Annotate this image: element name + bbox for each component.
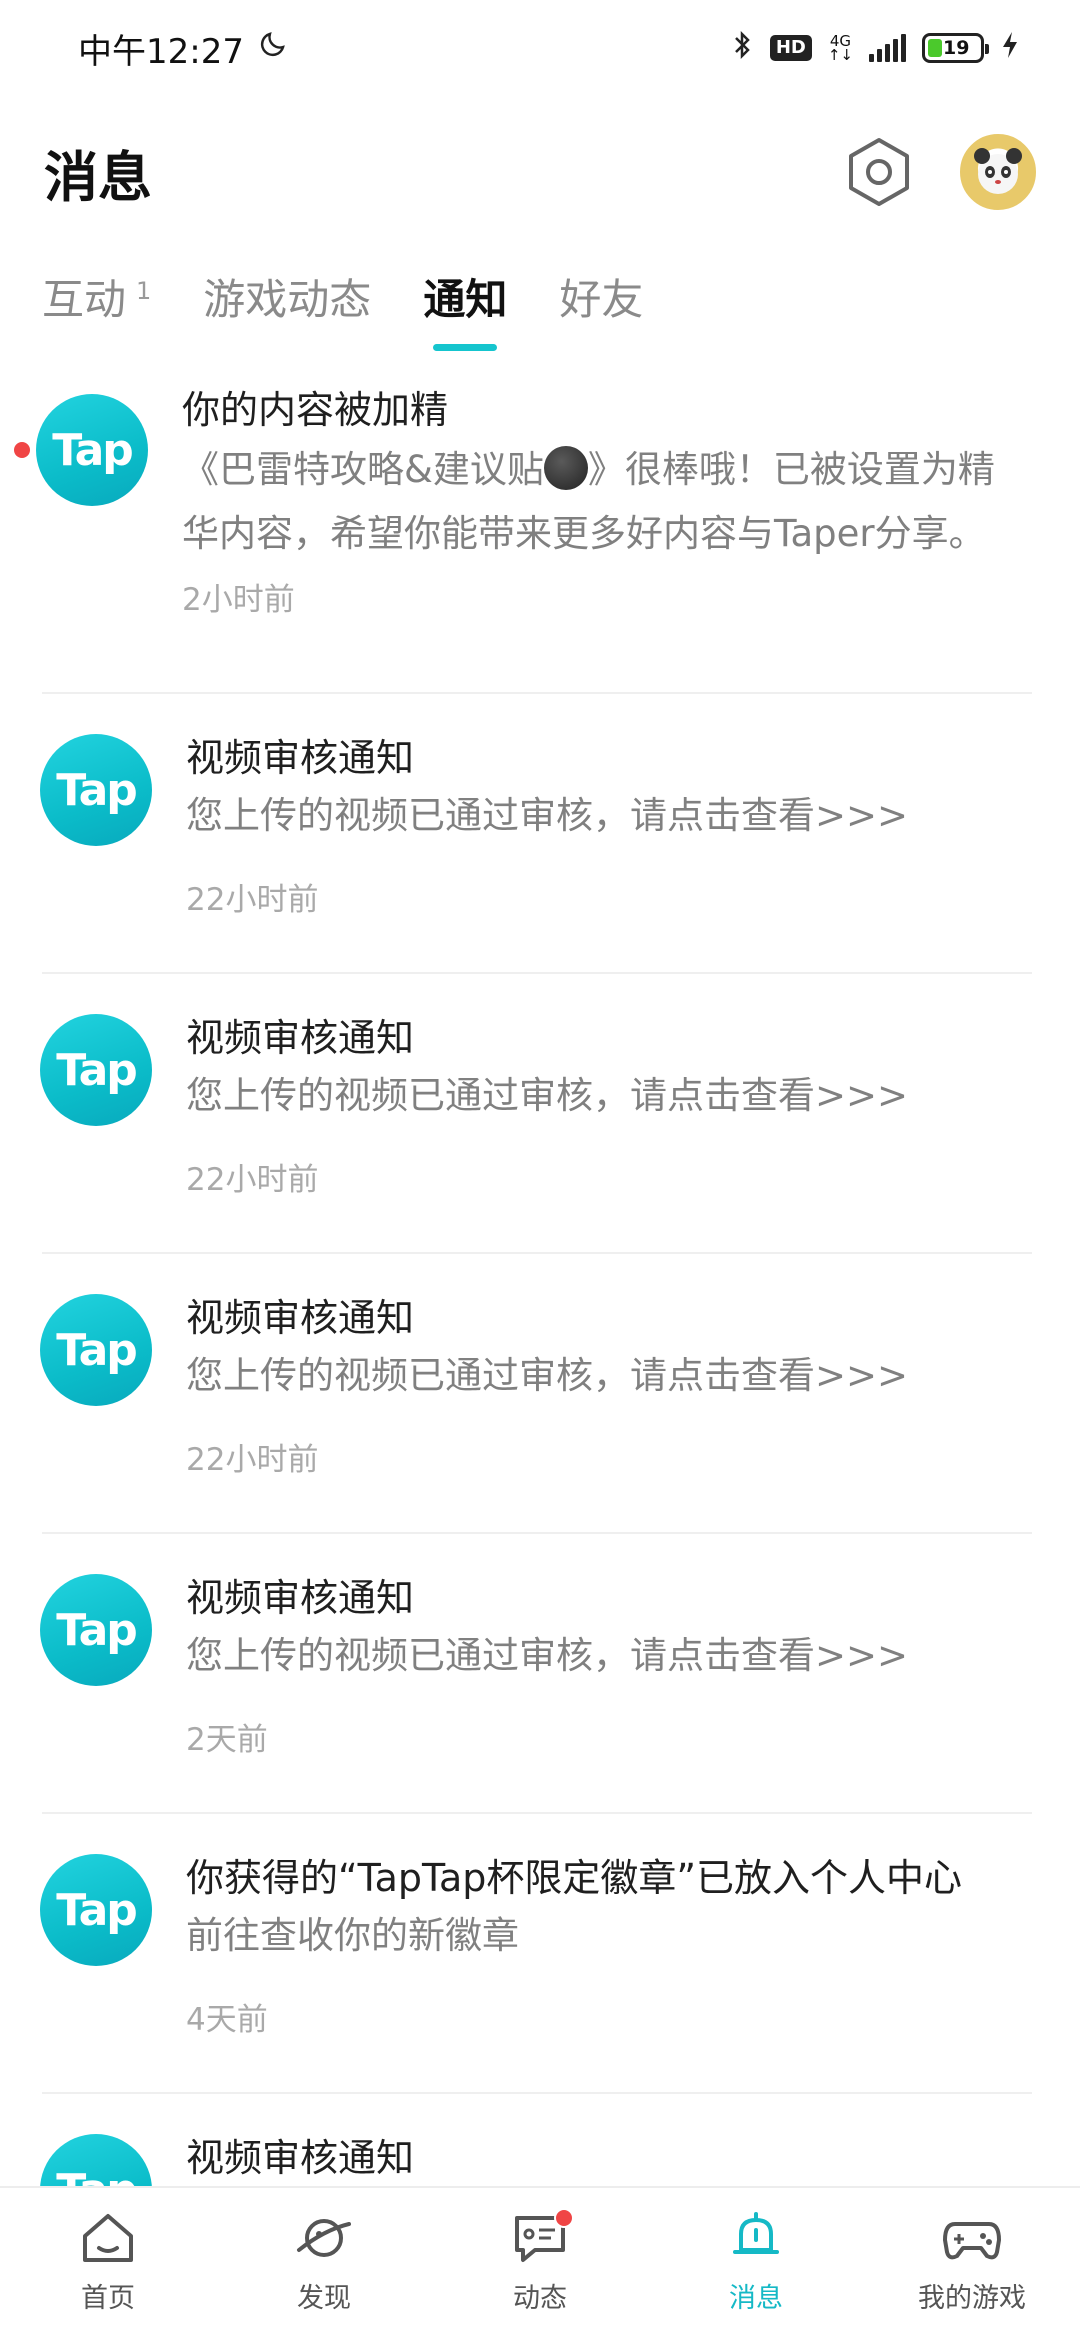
notification-title: 视频审核通知 [186, 1576, 415, 1620]
notification-item[interactable]: Tap 你的内容被加精 《巴雷特攻略&建议贴 》很棒哦！已被设置为精 华内容，希望… [0, 380, 1080, 692]
planet-icon [297, 2219, 351, 2257]
tab-count-badge: 1 [136, 277, 152, 305]
notification-time: 22小时前 [186, 1442, 319, 1478]
active-tab-indicator [433, 344, 498, 351]
tap-logo-icon: Tap [40, 1854, 152, 1966]
tab-game-updates[interactable]: 游戏动态 [203, 252, 371, 352]
tab-bar: 互动 1 游戏动态 通知 好友 [0, 252, 1080, 352]
battery-icon: 19 [922, 33, 989, 63]
nav-messages[interactable]: 消息 [648, 2188, 864, 2315]
notification-time: 2天前 [186, 1722, 268, 1758]
notification-time: 22小时前 [186, 1162, 319, 1198]
notification-desc: 您上传的视频已通过审核，请点击查看>>> [186, 1074, 909, 1117]
bottom-nav: 首页 发现 动态 消息 我的游戏 [0, 2186, 1080, 2340]
notification-list: Tap 你的内容被加精 《巴雷特攻略&建议贴 》很棒哦！已被设置为精 华内容，希望… [0, 380, 1080, 2340]
notification-time: 4天前 [186, 2002, 268, 2038]
notification-title: 你获得的“TapTap杯限定徽章”已放入个人中心 [186, 1856, 963, 1900]
bluetooth-icon [730, 29, 754, 68]
charging-icon [1000, 30, 1020, 67]
bell-icon [733, 2212, 779, 2254]
notification-title: 视频审核通知 [186, 2136, 415, 2180]
notification-item[interactable]: Tap 视频审核通知 您上传的视频已通过审核，请点击查看>>> 22小时前 [0, 1254, 1080, 1532]
user-avatar[interactable] [960, 134, 1036, 210]
tab-interaction[interactable]: 互动 1 [42, 252, 151, 352]
tab-notifications[interactable]: 通知 [423, 252, 507, 352]
tap-logo-icon: Tap [36, 394, 148, 506]
gamepad-icon [943, 2222, 1001, 2260]
signal-icon [869, 34, 906, 62]
notification-desc: 您上传的视频已通过审核，请点击查看>>> [186, 1634, 909, 1677]
network-type: 4G ↑↓ [827, 32, 853, 64]
tap-logo-icon: Tap [40, 734, 152, 846]
panda-avatar-icon [974, 148, 1022, 194]
notification-desc: 您上传的视频已通过审核，请点击查看>>> [186, 1354, 909, 1397]
notification-title: 视频审核通知 [186, 1016, 415, 1060]
moon-icon [258, 28, 288, 68]
notification-time: 22小时前 [186, 882, 319, 918]
status-bar: 中午12:27 HD 4G ↑↓ 19 [0, 0, 1080, 96]
tap-logo-icon: Tap [40, 1294, 152, 1406]
page-title: 消息 [44, 145, 152, 209]
header: 消息 [0, 112, 1080, 232]
messages-screen: 中午12:27 HD 4G ↑↓ 19 消息 互动 1 游戏动态 通知 好友 T… [0, 0, 1080, 2340]
feed-badge [554, 2208, 574, 2228]
notification-item[interactable]: Tap 视频审核通知 您上传的视频已通过审核，请点击查看>>> 2天前 [0, 1534, 1080, 1812]
nav-discover[interactable]: 发现 [216, 2188, 432, 2315]
tap-logo-icon: Tap [40, 1014, 152, 1126]
status-time: 中午12:27 [78, 31, 244, 72]
hd-badge: HD [769, 35, 812, 61]
notification-item[interactable]: Tap 视频审核通知 您上传的视频已通过审核，请点击查看>>> 22小时前 [0, 694, 1080, 972]
notification-item[interactable]: Tap 你获得的“TapTap杯限定徽章”已放入个人中心 前往查收你的新徽章 4… [0, 1814, 1080, 2092]
notification-time: 2小时前 [182, 582, 295, 618]
nav-feed[interactable]: 动态 [432, 2188, 648, 2315]
notification-title: 视频审核通知 [186, 1296, 415, 1340]
notification-title: 视频审核通知 [186, 736, 415, 780]
tab-friends[interactable]: 好友 [559, 252, 643, 352]
tap-logo-icon: Tap [40, 1574, 152, 1686]
notification-desc: 前往查收你的新徽章 [186, 1914, 519, 1957]
notification-title: 你的内容被加精 [182, 388, 449, 432]
notification-desc: 您上传的视频已通过审核，请点击查看>>> [186, 794, 909, 837]
unread-dot [14, 442, 30, 458]
settings-hex-icon [849, 138, 909, 206]
notification-item[interactable]: Tap 视频审核通知 您上传的视频已通过审核，请点击查看>>> 22小时前 [0, 974, 1080, 1252]
nav-my-games[interactable]: 我的游戏 [864, 2188, 1080, 2315]
notification-desc: 《巴雷特攻略&建议贴 》很棒哦！已被设置为精 华内容，希望你能带来更多好内容与Ta… [182, 446, 995, 555]
nav-home[interactable]: 首页 [0, 2188, 216, 2315]
home-icon [83, 2214, 133, 2262]
emoji-face-icon [543, 446, 588, 490]
settings-button[interactable] [846, 138, 912, 206]
